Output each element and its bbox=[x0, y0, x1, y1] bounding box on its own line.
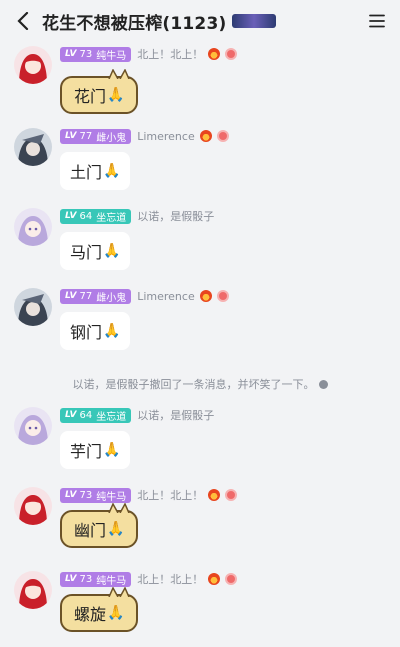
sender-meta: LV 77 雌小鬼 Limerence bbox=[60, 128, 229, 144]
sender-meta: LV 64 坐忘道 以诺，是假骰子 bbox=[60, 208, 214, 224]
status-text: 以诺，是假骰子 bbox=[137, 409, 215, 422]
chevron-left-icon[interactable] bbox=[12, 10, 34, 32]
level-badge: LV 73 纯牛马 bbox=[60, 487, 132, 503]
group-badge-icon bbox=[232, 14, 277, 28]
message-bubble[interactable]: 花门 🙏 bbox=[60, 69, 139, 114]
avatar[interactable] bbox=[14, 208, 52, 246]
pray-emoji: 🙏 bbox=[103, 163, 121, 179]
message-text: 螺旋 bbox=[74, 605, 107, 624]
message-text: 钢门 bbox=[70, 323, 103, 342]
smile-badge-icon bbox=[216, 290, 229, 302]
level-badge: LV 77 雌小鬼 bbox=[60, 128, 132, 144]
level-badge: LV 64 坐忘道 bbox=[60, 208, 132, 224]
avatar[interactable] bbox=[14, 288, 52, 326]
avatar[interactable] bbox=[14, 571, 52, 609]
message-item: LV 77 雌小鬼 Limerence 钢门 🙏 bbox=[0, 286, 400, 356]
hamburger-icon[interactable] bbox=[366, 10, 388, 32]
fire-icon bbox=[208, 489, 221, 501]
level-badge: LV 77 雌小鬼 bbox=[60, 288, 132, 304]
smile-badge-icon bbox=[216, 130, 229, 142]
close-icon[interactable] bbox=[318, 379, 328, 389]
level-badge: LV 73 纯牛马 bbox=[60, 571, 132, 587]
pray-emoji: 🙏 bbox=[107, 521, 125, 537]
recall-notice-text: 以诺，是假骰子撤回了一条消息，并坏笑了一下。 bbox=[72, 378, 315, 391]
status-text: 北上！北上！ bbox=[137, 48, 204, 61]
sender-meta: LV 73 纯牛马 北上！北上！ bbox=[60, 571, 238, 587]
status-text: 北上！北上！ bbox=[137, 573, 204, 586]
status-text: 北上！北上！ bbox=[137, 489, 204, 502]
avatar[interactable] bbox=[14, 407, 52, 445]
avatar[interactable] bbox=[14, 487, 52, 525]
message-bubble[interactable]: 土门 🙏 bbox=[60, 152, 131, 190]
message-bubble[interactable]: 马门 🙏 bbox=[60, 232, 131, 270]
fire-icon bbox=[208, 48, 221, 60]
message-text: 芋门 bbox=[70, 442, 103, 461]
message-item: LV 73 纯牛马 北上！北上！ 螺旋 🙏 bbox=[0, 569, 400, 644]
chat-header: 花生不想被压榨(1123) bbox=[0, 0, 400, 42]
avatar[interactable] bbox=[14, 46, 52, 84]
message-item: LV 64 坐忘道 以诺，是假骰子 芋门 🙏 bbox=[0, 405, 400, 475]
cat-ear-icon bbox=[108, 69, 131, 79]
message-item: LV 73 纯牛马 北上！北上！ 花门 🙏 bbox=[0, 44, 400, 114]
sender-meta: LV 64 坐忘道 以诺，是假骰子 bbox=[60, 407, 214, 423]
message-text: 幽门 bbox=[74, 521, 107, 540]
level-badge: LV 73 纯牛马 bbox=[60, 46, 132, 62]
message-text: 马门 bbox=[70, 243, 103, 262]
message-item: LV 77 雌小鬼 Limerence 土门 🙏 bbox=[0, 126, 400, 196]
chat-title: 花生不想被压榨(1123) bbox=[42, 13, 227, 34]
message-bubble[interactable]: 钢门 🙏 bbox=[60, 312, 131, 350]
cat-ear-icon bbox=[108, 503, 131, 513]
pray-emoji: 🙏 bbox=[103, 323, 121, 339]
avatar[interactable] bbox=[14, 128, 52, 166]
message-bubble[interactable]: 芋门 🙏 bbox=[60, 431, 131, 469]
system-notice: 以诺，是假骰子撤回了一条消息，并坏笑了一下。 bbox=[0, 376, 400, 392]
smile-badge-icon bbox=[225, 48, 238, 60]
message-bubble[interactable]: 螺旋 🙏 bbox=[60, 587, 139, 632]
message-text: 土门 bbox=[70, 163, 103, 182]
status-text: Limerence bbox=[137, 129, 195, 143]
smile-badge-icon bbox=[225, 573, 238, 585]
status-text: Limerence bbox=[137, 289, 195, 303]
message-text: 花门 bbox=[74, 87, 107, 106]
pray-emoji: 🙏 bbox=[107, 87, 125, 103]
cat-ear-icon bbox=[108, 587, 131, 597]
status-text: 以诺，是假骰子 bbox=[137, 210, 215, 223]
pray-emoji: 🙏 bbox=[103, 442, 121, 458]
message-bubble[interactable]: 幽门 🙏 bbox=[60, 503, 139, 548]
pray-emoji: 🙏 bbox=[107, 605, 125, 621]
sender-meta: LV 77 雌小鬼 Limerence bbox=[60, 288, 229, 304]
pray-emoji: 🙏 bbox=[103, 243, 121, 259]
fire-icon bbox=[208, 573, 221, 585]
level-badge: LV 64 坐忘道 bbox=[60, 407, 132, 423]
sender-meta: LV 73 纯牛马 北上！北上！ bbox=[60, 46, 238, 62]
fire-icon bbox=[199, 290, 212, 302]
sender-meta: LV 73 纯牛马 北上！北上！ bbox=[60, 487, 238, 503]
message-item: LV 64 坐忘道 以诺，是假骰子 马门 🙏 bbox=[0, 206, 400, 276]
fire-icon bbox=[199, 130, 212, 142]
smile-badge-icon bbox=[225, 489, 238, 501]
message-item: LV 73 纯牛马 北上！北上！ 幽门 🙏 bbox=[0, 485, 400, 560]
